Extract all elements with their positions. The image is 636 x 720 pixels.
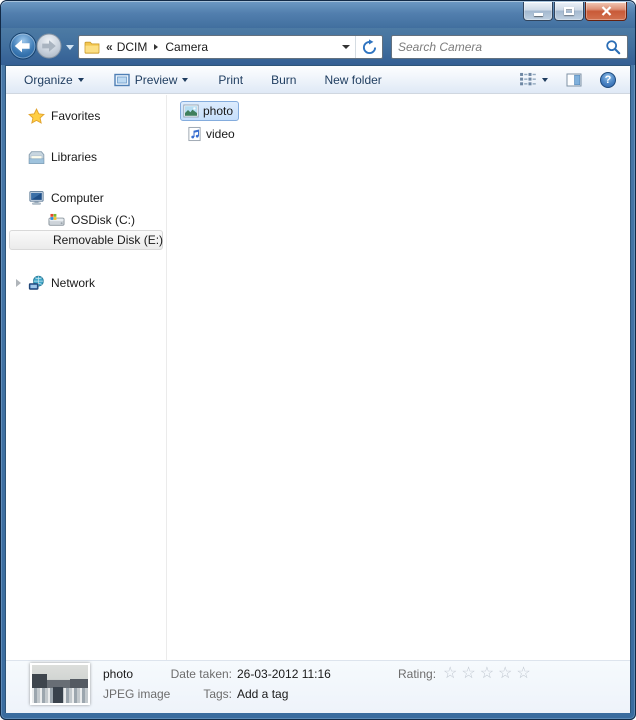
new-folder-button[interactable]: New folder bbox=[316, 69, 389, 91]
back-icon bbox=[9, 32, 37, 60]
sidebar-item-network[interactable]: Network bbox=[28, 273, 95, 293]
sidebar-label: Removable Disk (E:) bbox=[53, 233, 163, 247]
search-input[interactable] bbox=[398, 40, 605, 54]
help-icon: ? bbox=[600, 72, 616, 88]
close-button[interactable] bbox=[585, 2, 627, 21]
sidebar-label: Favorites bbox=[51, 109, 100, 123]
image-file-icon bbox=[183, 103, 199, 119]
address-dropdown-button[interactable] bbox=[337, 36, 355, 58]
burn-label: Burn bbox=[271, 73, 296, 87]
sidebar-item-libraries[interactable]: Libraries bbox=[28, 147, 97, 167]
minimize-icon bbox=[534, 13, 543, 16]
folder-body bbox=[6, 95, 630, 660]
folder-icon[interactable] bbox=[84, 39, 100, 55]
media-file-icon bbox=[187, 126, 202, 142]
print-button[interactable]: Print bbox=[210, 69, 251, 91]
file-name: video bbox=[206, 127, 235, 141]
breadcrumb-overflow[interactable]: « bbox=[106, 40, 113, 54]
network-icon bbox=[28, 275, 45, 291]
sidebar-item-osdisk[interactable]: OSDisk (C:) bbox=[48, 210, 135, 230]
forward-button[interactable] bbox=[36, 33, 62, 59]
file-item-photo[interactable]: photo bbox=[180, 101, 239, 121]
sidebar-label: Network bbox=[51, 276, 95, 290]
maximize-button[interactable] bbox=[554, 2, 584, 21]
breadcrumb-separator-icon[interactable] bbox=[154, 44, 158, 50]
preview-label: Preview bbox=[135, 73, 178, 87]
os-disk-icon bbox=[48, 213, 65, 227]
explorer-window: « DCIM Camera Organize bbox=[0, 0, 636, 720]
navigation-bar: « DCIM Camera bbox=[1, 28, 635, 65]
address-bar[interactable]: « DCIM Camera bbox=[78, 35, 383, 59]
burn-button[interactable]: Burn bbox=[263, 69, 304, 91]
preview-button[interactable]: Preview bbox=[106, 68, 197, 92]
back-button[interactable] bbox=[9, 32, 37, 60]
organize-button[interactable]: Organize bbox=[16, 69, 92, 91]
details-file-name: photo bbox=[103, 667, 133, 681]
sidebar-item-favorites[interactable]: Favorites bbox=[28, 106, 100, 126]
favorites-star-icon bbox=[28, 108, 45, 125]
rating-stars[interactable]: ☆☆☆☆☆ bbox=[443, 663, 535, 683]
organize-label: Organize bbox=[24, 73, 73, 87]
sidebar-item-computer[interactable]: Computer bbox=[28, 188, 104, 208]
views-icon bbox=[519, 72, 538, 87]
preview-icon bbox=[114, 72, 130, 88]
sidebar-label: Computer bbox=[51, 191, 104, 205]
maximize-icon bbox=[564, 7, 574, 15]
new-folder-label: New folder bbox=[324, 73, 381, 87]
file-item-video[interactable]: video bbox=[184, 124, 241, 144]
pane-divider bbox=[166, 95, 167, 660]
refresh-button[interactable] bbox=[356, 36, 382, 58]
change-view-button[interactable] bbox=[515, 69, 552, 90]
libraries-icon bbox=[28, 150, 45, 165]
refresh-icon bbox=[361, 39, 378, 56]
breadcrumb-camera[interactable]: Camera bbox=[165, 40, 208, 54]
breadcrumb-dcim[interactable]: DCIM bbox=[117, 40, 148, 54]
date-taken-value: 26-03-2012 11:16 bbox=[237, 667, 331, 681]
preview-pane-button[interactable] bbox=[562, 70, 586, 90]
forward-icon bbox=[36, 33, 62, 59]
command-toolbar: Organize Preview Print Burn New folder bbox=[6, 66, 630, 94]
close-icon bbox=[601, 6, 612, 16]
search-icon[interactable] bbox=[605, 39, 621, 55]
chevron-down-icon bbox=[542, 78, 548, 82]
date-taken-label: Date taken: bbox=[150, 667, 232, 681]
computer-icon bbox=[28, 190, 45, 206]
search-box bbox=[391, 35, 628, 59]
network-expander-icon[interactable] bbox=[16, 279, 21, 287]
minimize-button[interactable] bbox=[523, 2, 553, 21]
tags-label: Tags: bbox=[150, 687, 232, 701]
preview-pane-icon bbox=[566, 73, 582, 87]
chevron-down-icon bbox=[182, 78, 188, 82]
chevron-down-icon bbox=[342, 45, 350, 49]
recent-pages-dropdown[interactable] bbox=[66, 45, 74, 50]
window-controls bbox=[523, 2, 627, 21]
title-bar bbox=[1, 1, 635, 28]
file-name: photo bbox=[203, 104, 233, 118]
sidebar-label: Libraries bbox=[51, 150, 97, 164]
toolbar-right-group: ? bbox=[515, 69, 620, 91]
rating-label: Rating: bbox=[398, 667, 436, 681]
photo-thumbnail bbox=[30, 663, 90, 705]
chevron-down-icon bbox=[78, 78, 84, 82]
sidebar-label: OSDisk (C:) bbox=[71, 213, 135, 227]
help-button[interactable]: ? bbox=[596, 69, 620, 91]
sidebar-item-removable-disk[interactable]: Removable Disk (E:) bbox=[9, 230, 163, 250]
add-tag-field[interactable]: Add a tag bbox=[237, 687, 288, 701]
print-label: Print bbox=[218, 73, 243, 87]
